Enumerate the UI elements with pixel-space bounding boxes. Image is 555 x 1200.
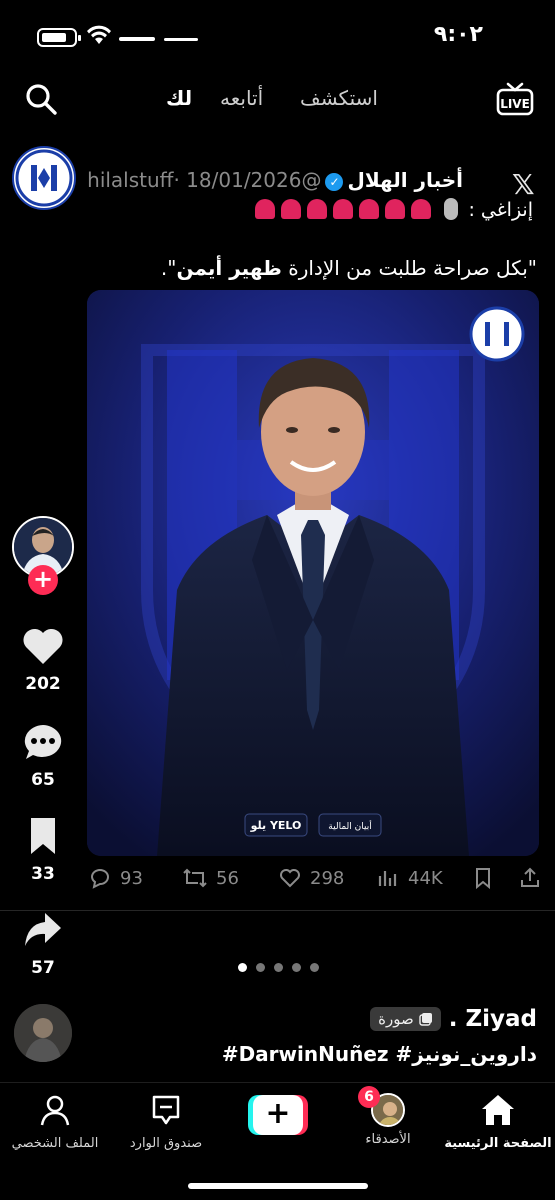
share-upload-icon: [521, 867, 539, 887]
microphone-icon: [444, 198, 459, 220]
carousel-dot[interactable]: [310, 963, 319, 972]
carousel-dots: [238, 963, 319, 972]
siren-icon: [359, 199, 380, 219]
top-tabs: استكشف أتابعه لك: [0, 86, 555, 126]
tweet-author-name[interactable]: أخبار الهلال: [347, 168, 463, 192]
heart-icon: [23, 628, 63, 664]
siren-icon: [281, 199, 302, 219]
nav-home[interactable]: الصفحة الرئيسية: [443, 1093, 553, 1151]
tab-explore[interactable]: استكشف: [300, 86, 378, 110]
photo-badge: صورة: [370, 1007, 441, 1031]
plus-icon: +: [253, 1095, 303, 1135]
tweet-action-bar: 93 56 298 44K: [86, 866, 546, 896]
live-label: LIVE: [500, 97, 530, 111]
heart-outline-icon: [280, 869, 300, 888]
retweet-icon: [183, 868, 207, 888]
like-button[interactable]: 202: [0, 626, 86, 694]
comment-count: 65: [31, 770, 55, 790]
wifi-icon: [87, 25, 111, 44]
create-button[interactable]: +: [248, 1095, 308, 1135]
tweet-date: · 18/01/2026: [173, 168, 302, 192]
sponsor-label-2: أبيان المالية: [328, 820, 371, 832]
tab-following[interactable]: أتابعه: [220, 86, 263, 110]
signal-icon: [119, 37, 155, 41]
battery-icon: [37, 28, 81, 47]
tweet-photo[interactable]: يلو YELO أبيان المالية: [87, 290, 539, 856]
carousel-dot[interactable]: [274, 963, 283, 972]
siren-icon: [385, 199, 406, 219]
x-logo-icon: 𝕏: [512, 168, 535, 201]
nav-inbox[interactable]: صندوق الوارد: [111, 1093, 221, 1151]
coach-photo-illustration: يلو YELO أبيان المالية: [87, 290, 539, 856]
caption-hashtags[interactable]: داروين_نونيز# DarwinNuñez#: [222, 1042, 537, 1066]
reply-icon: [90, 869, 109, 889]
views-chart-icon: [378, 871, 397, 886]
like-count: 202: [25, 674, 61, 694]
home-indicator: [188, 1183, 368, 1189]
share-button[interactable]: 57: [0, 910, 86, 978]
friends-notification-badge: 6: [358, 1086, 380, 1108]
bookmark-icon: [31, 818, 55, 854]
bookmark-outline-icon: [476, 868, 490, 890]
inbox-icon: [152, 1095, 180, 1125]
tweet-retweet-button[interactable]: 56: [182, 866, 239, 890]
carousel-dot[interactable]: [238, 963, 247, 972]
status-time: ٩:٠٢: [433, 22, 483, 47]
tweet-reply-button[interactable]: 93: [88, 866, 143, 890]
share-count: 57: [31, 958, 55, 978]
tweet-share-button[interactable]: [518, 866, 542, 890]
share-arrow-icon: [25, 913, 61, 946]
siren-icon: [255, 199, 276, 219]
caption-username[interactable]: Ziyad .: [449, 1006, 537, 1032]
tweet-bookmark-button[interactable]: [472, 866, 494, 890]
tweet-alert-line: إنزاغي :: [252, 198, 533, 221]
photo-stack-icon: [419, 1013, 432, 1026]
comment-bubble-icon: [24, 725, 62, 759]
tweet-alert-label: إنزاغي :: [468, 199, 533, 221]
carousel-dot[interactable]: [256, 963, 265, 972]
save-button[interactable]: 33: [0, 816, 86, 884]
siren-icon: [411, 199, 432, 219]
tab-for-you[interactable]: لك: [166, 86, 192, 110]
sponsor-label-1: يلو YELO: [250, 819, 302, 832]
active-tab-indicator: [164, 38, 198, 41]
caption-header: Ziyad . صورة: [370, 1006, 537, 1032]
comment-button[interactable]: 65: [0, 722, 86, 790]
nav-profile[interactable]: الملف الشخصي: [0, 1093, 110, 1151]
nav-friends[interactable]: الأصدقاء: [333, 1093, 443, 1147]
siren-icon: [333, 199, 354, 219]
tweet-author-avatar[interactable]: [12, 146, 76, 210]
live-icon[interactable]: LIVE: [496, 80, 534, 118]
verified-badge-icon: ✓: [325, 173, 344, 191]
tweet-like-button[interactable]: 298: [278, 866, 344, 890]
save-count: 33: [31, 864, 55, 884]
carousel-dot[interactable]: [292, 963, 301, 972]
siren-icon: [307, 199, 328, 219]
music-disc-avatar[interactable]: [14, 1004, 72, 1062]
tweet-header: أخبار الهلال✓@hilalstuff· 18/01/2026: [87, 168, 463, 192]
home-icon: [482, 1095, 514, 1125]
profile-icon: [40, 1095, 70, 1126]
tweet-views[interactable]: 44K: [376, 866, 443, 890]
follow-plus-button[interactable]: +: [28, 565, 58, 595]
tweet-text: "بكل صراحة طلبت من الإدارة ظهير أيمن".: [160, 256, 537, 280]
